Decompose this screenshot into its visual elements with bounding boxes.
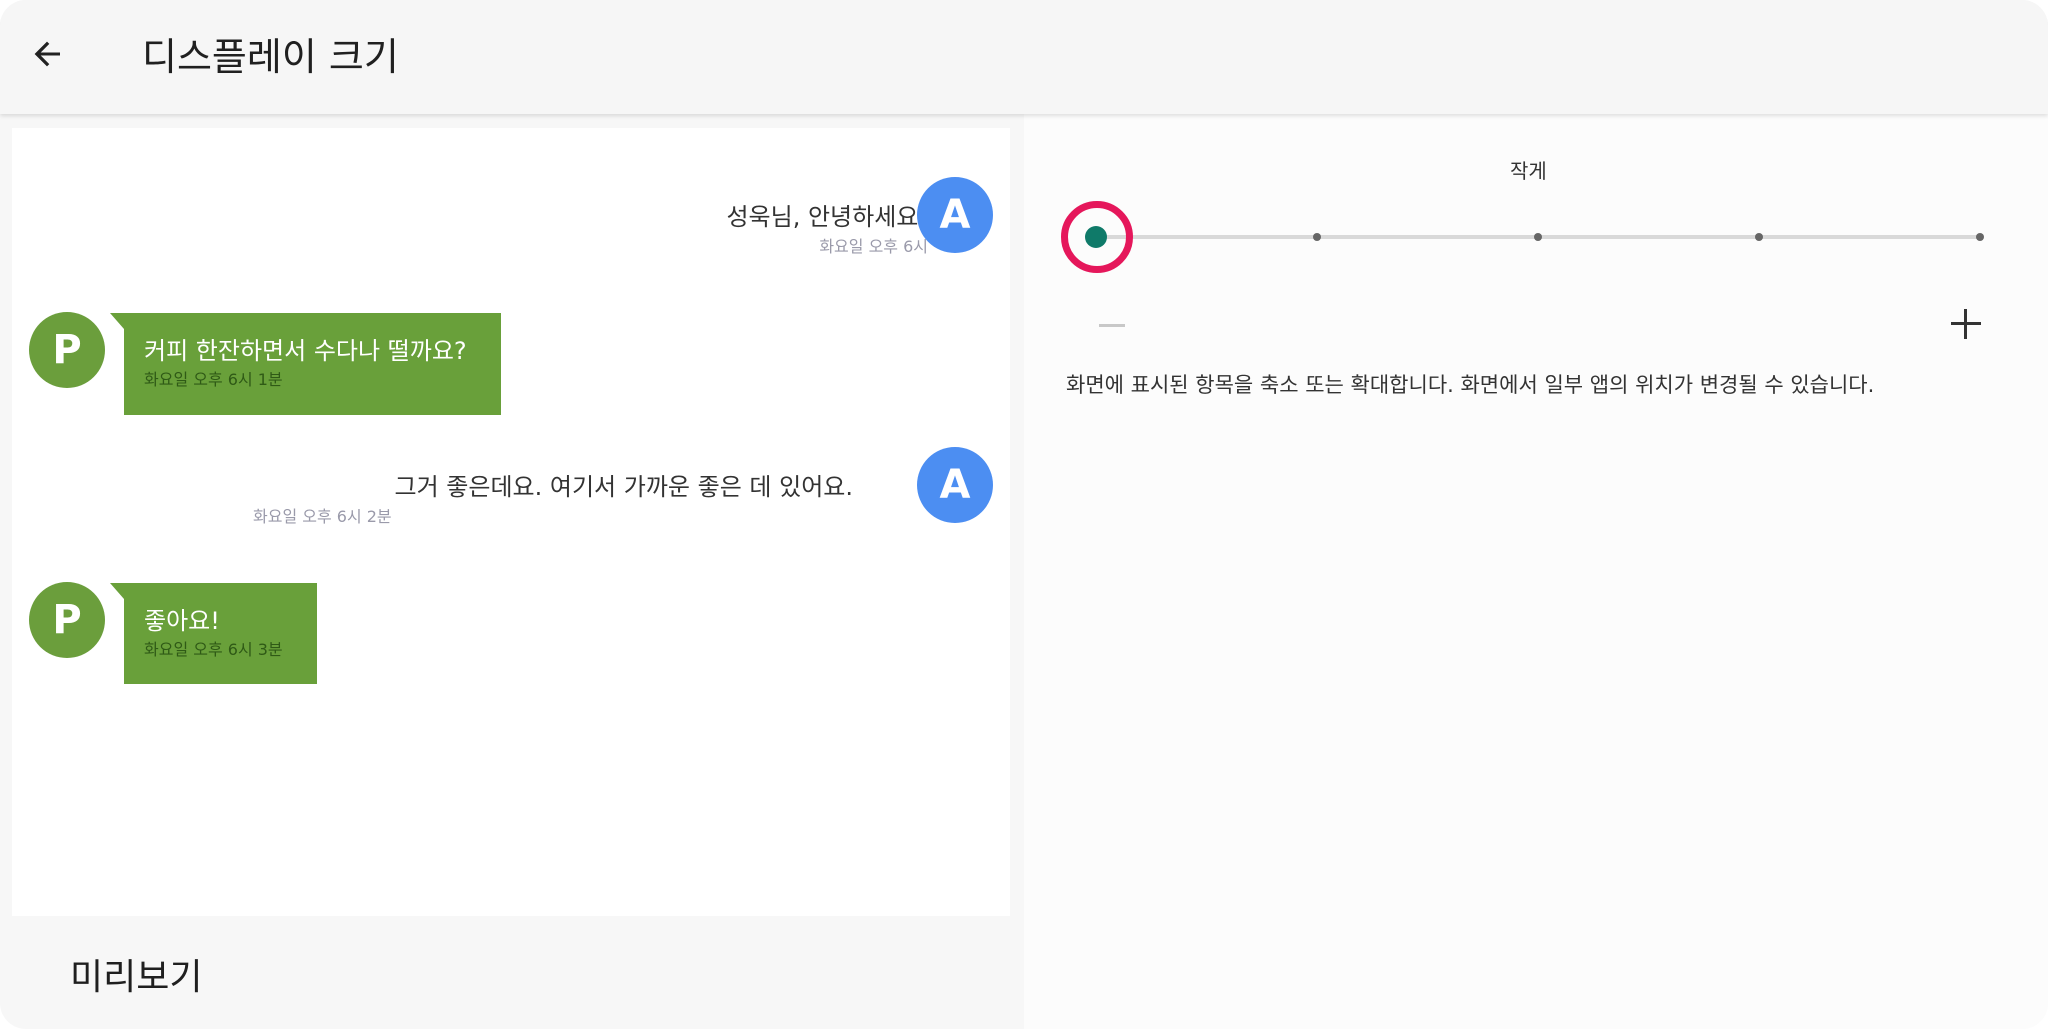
slider-thumb[interactable] <box>1085 226 1107 248</box>
app-bar: 디스플레이 크기 <box>0 0 2048 114</box>
size-label: 작게 <box>1510 159 1547 183</box>
settings-panel <box>1024 114 2048 1029</box>
slider-tick[interactable] <box>1534 233 1542 241</box>
message-time: 화요일 오후 6시 3분 <box>144 640 283 659</box>
back-button[interactable] <box>22 28 74 80</box>
slider-tick[interactable] <box>1313 233 1321 241</box>
message-text: 커피 한잔하면서 수다나 떨까요? <box>144 337 467 365</box>
message-text: 그거 좋은데요. 여기서 가까운 좋은 데 있어요. <box>394 473 853 501</box>
minus-icon <box>1099 324 1125 327</box>
message-item: 성욱님, 안녕하세요! 화요일 오후 6시 <box>408 200 928 258</box>
message-time: 화요일 오후 6시 <box>819 237 928 256</box>
size-description: 화면에 표시된 항목을 축소 또는 확대합니다. 화면에서 일부 앱의 위치가 … <box>1066 373 1875 397</box>
slider-tick[interactable] <box>1976 233 1984 241</box>
avatar: A <box>917 447 993 523</box>
avatar: P <box>29 582 105 658</box>
message-time: 화요일 오후 6시 2분 <box>253 507 392 526</box>
decrease-size-button[interactable] <box>1097 312 1127 342</box>
increase-size-button[interactable] <box>1948 306 1984 342</box>
message-text: 성욱님, 안녕하세요! <box>726 203 928 231</box>
page-title: 디스플레이 크기 <box>142 35 399 79</box>
arrow-left-icon <box>34 41 60 67</box>
avatar: A <box>917 177 993 253</box>
message-text: 좋아요! <box>144 607 220 635</box>
message-bubble: 커피 한잔하면서 수다나 떨까요? 화요일 오후 6시 1분 <box>110 313 501 415</box>
message-bubble: 좋아요! 화요일 오후 6시 3분 <box>110 583 317 684</box>
window-frame: 디스플레이 크기 성욱님, 안녕하세요! 화요일 오후 6시 A P 커피 한잔… <box>0 0 2048 1029</box>
avatar: P <box>29 312 105 388</box>
preview-label: 미리보기 <box>70 957 203 998</box>
message-time: 화요일 오후 6시 1분 <box>144 370 283 389</box>
slider-tick[interactable] <box>1755 233 1763 241</box>
message-item: 그거 좋은데요. 여기서 가까운 좋은 데 있어요. 화요일 오후 6시 2분 <box>253 470 853 528</box>
